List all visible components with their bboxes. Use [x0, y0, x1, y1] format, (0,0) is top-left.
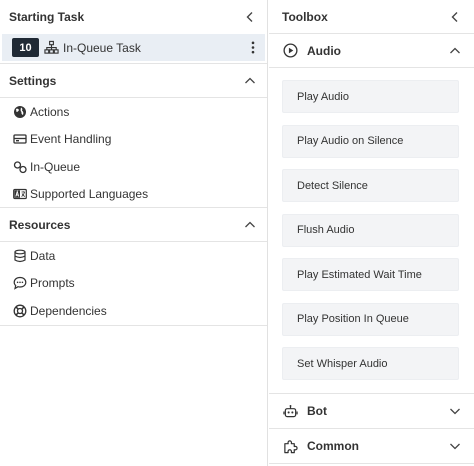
category-label: Audio — [307, 43, 341, 58]
play-circle-icon — [282, 43, 298, 59]
resources-item-label: Prompts — [30, 276, 75, 291]
queue-icon — [12, 159, 28, 175]
category-label: Bot — [307, 404, 327, 418]
chevron-up-icon[interactable] — [448, 44, 462, 58]
resources-title: Resources — [9, 217, 71, 232]
tool-flush-audio[interactable]: Flush Audio — [282, 213, 459, 247]
chevron-down-icon[interactable] — [448, 439, 462, 453]
globe-icon — [12, 104, 28, 120]
toolbox-panel: Toolbox Audio Play Audio Play Audio on S… — [269, 0, 474, 466]
database-icon — [12, 248, 28, 264]
puzzle-piece-icon — [282, 438, 298, 454]
resources-item-label: Data — [30, 248, 56, 263]
tool-detect-silence[interactable]: Detect Silence — [282, 169, 459, 202]
category-label: Common — [307, 439, 359, 453]
toolbox-category-common[interactable]: Common — [269, 429, 474, 464]
tool-play-position-in-queue[interactable]: Play Position In Queue — [282, 302, 459, 336]
task-label: In-Queue Task — [63, 40, 141, 55]
speech-bubble-icon — [12, 275, 28, 291]
collapse-panel-chevron-left-icon[interactable] — [243, 10, 257, 24]
resources-item-dependencies[interactable]: Dependencies — [0, 297, 267, 325]
lifebuoy-icon — [12, 303, 28, 319]
resources-list: Data Prompts Dependencies — [0, 242, 267, 325]
task-number-badge: 10 — [12, 38, 39, 57]
settings-title: Settings — [9, 73, 57, 88]
flow-navigation-panel: Starting Task 10 In-Queue Task Settings — [0, 0, 268, 466]
chevron-down-icon[interactable] — [448, 404, 462, 418]
settings-item-supported-languages[interactable]: Supported Languages — [0, 181, 267, 209]
tool-set-whisper-audio[interactable]: Set Whisper Audio — [282, 347, 459, 380]
resources-item-label: Dependencies — [30, 303, 107, 318]
toolbox-title: Toolbox — [282, 9, 328, 24]
resources-item-data[interactable]: Data — [0, 242, 267, 270]
event-icon — [12, 131, 28, 147]
starting-task-header: Starting Task — [0, 0, 267, 34]
starting-task-row[interactable]: 10 In-Queue Task — [2, 34, 265, 61]
settings-item-label: In-Queue — [30, 159, 81, 174]
chevron-up-icon[interactable] — [243, 218, 257, 232]
settings-item-actions[interactable]: Actions — [0, 98, 267, 126]
toolbox-category-bot[interactable]: Bot — [269, 394, 474, 429]
more-options-kebab-icon[interactable] — [247, 40, 259, 56]
settings-item-event-handling[interactable]: Event Handling — [0, 126, 267, 154]
settings-list: Actions Event Handling In-Queue Supporte… — [0, 98, 267, 207]
settings-item-label: Actions — [30, 104, 70, 119]
starting-task-title: Starting Task — [9, 10, 85, 24]
audio-tools-list: Play Audio Play Audio on Silence Detect … — [269, 68, 474, 394]
bot-icon — [282, 403, 298, 419]
settings-item-label: Event Handling — [30, 132, 112, 147]
resources-header[interactable]: Resources — [0, 208, 267, 242]
tool-play-audio[interactable]: Play Audio — [282, 80, 459, 113]
tool-play-audio-on-silence[interactable]: Play Audio on Silence — [282, 124, 459, 158]
toolbox-header: Toolbox — [269, 0, 474, 34]
collapse-toolbox-chevron-left-icon[interactable] — [448, 10, 462, 24]
resources-item-prompts[interactable]: Prompts — [0, 270, 267, 298]
task-hierarchy-icon — [43, 40, 59, 56]
settings-item-in-queue[interactable]: In-Queue — [0, 153, 267, 181]
settings-item-label: Supported Languages — [30, 187, 149, 202]
settings-header[interactable]: Settings — [0, 64, 267, 98]
chevron-up-icon[interactable] — [243, 74, 257, 88]
language-icon — [12, 186, 28, 202]
tool-play-estimated-wait-time[interactable]: Play Estimated Wait Time — [282, 258, 459, 291]
toolbox-category-audio[interactable]: Audio — [269, 34, 474, 68]
